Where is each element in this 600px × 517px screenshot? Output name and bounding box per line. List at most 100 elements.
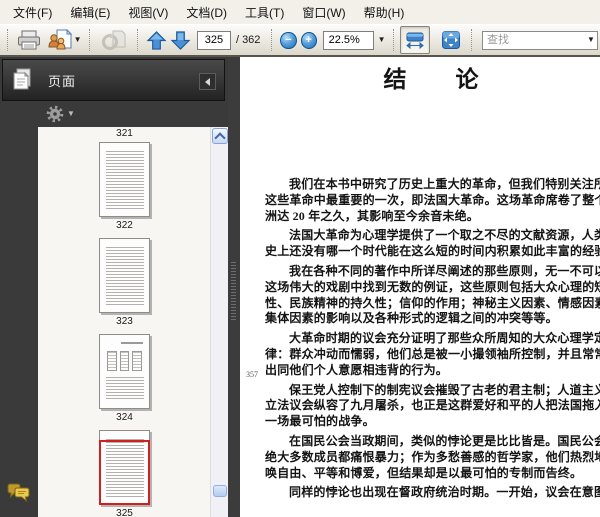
- text-line: 性、民族精神的持久性；信仰的作用；神秘主义因素、情感因素和: [265, 295, 600, 310]
- fit-page-icon: [441, 30, 461, 50]
- thumbnail-label-321[interactable]: 321: [116, 128, 133, 140]
- app-window: 文件(F) 编辑(E) 视图(V) 文档(D) 工具(T) 窗口(W) 帮助(H…: [0, 0, 600, 517]
- thumbnail-item-323[interactable]: 323: [99, 238, 150, 328]
- pages-panel-toolbar: ▼: [38, 101, 228, 127]
- text-line: 这场伟大的戏剧中找到无数的例证，这些原则包括大众心理的短暂: [265, 279, 600, 294]
- options-gear-button[interactable]: ▼: [46, 105, 75, 123]
- toolbar: ▼ 325 / 362 − + 22.5% ▼ 查找 ▼: [0, 25, 600, 57]
- thumbnails-area: 321 322 323 324 325: [38, 127, 228, 517]
- fit-width-icon: [405, 30, 425, 50]
- paragraph: 在国民公会当政期间，类似的悖论更是比比皆是。国民公会的 绝大多数成员都痛恨暴力；…: [265, 434, 600, 481]
- collaborate-button[interactable]: ▼: [44, 26, 84, 54]
- menu-file[interactable]: 文件(F): [4, 0, 61, 25]
- comments-panel-button[interactable]: [6, 483, 32, 503]
- page-thumbnail[interactable]: [99, 334, 150, 409]
- gear-icon: [46, 105, 64, 123]
- collapse-panel-button[interactable]: [199, 73, 216, 90]
- thumbnail-label[interactable]: 324: [116, 412, 133, 424]
- fit-width-button[interactable]: [399, 26, 430, 54]
- menu-bar: 文件(F) 编辑(E) 视图(V) 文档(D) 工具(T) 窗口(W) 帮助(H…: [0, 0, 600, 25]
- content-area: 页面 ▼ 321 322 323 324 325 结 论 357 我们在本书中研…: [0, 57, 600, 517]
- previous-view-icon: [101, 29, 127, 51]
- previous-page-button[interactable]: [144, 26, 169, 54]
- thumbnail-label[interactable]: 323: [116, 316, 133, 328]
- text-line: 绝大多数成员都痛恨暴力；作为多愁善感的哲学家，他们热烈地呼: [265, 449, 600, 464]
- paragraph: 法国大革命为心理学提供了一个取之不尽的文献资源，人类历 史上还没有哪一个时代能在…: [265, 228, 600, 260]
- menu-document[interactable]: 文档(D): [177, 0, 236, 25]
- pages-icon[interactable]: [10, 67, 34, 93]
- text-line: 我在各种不同的著作中所详尽阐述的那些原则，无一不可以在: [289, 263, 600, 278]
- fit-page-button[interactable]: [436, 26, 466, 54]
- text-line: 一场最可怕的战争。: [265, 414, 375, 429]
- text-line: 这些革命中最重要的一次，即法国大革命。这场革命席卷了整个欧: [265, 192, 600, 207]
- pages-panel-title: 页面: [48, 73, 77, 89]
- text-line: 在国民公会当政期间，类似的悖论更是比比皆是。国民公会的: [289, 433, 600, 448]
- chapter-title: 结 论: [383, 67, 480, 92]
- text-line: 同样的悖论也出现在督政府统治时期。一开始，议会在意图上: [289, 485, 600, 500]
- zoom-in-button[interactable]: +: [300, 31, 317, 49]
- thumbnail-item-325-current[interactable]: 325: [99, 430, 150, 517]
- collaborate-people-icon: [47, 29, 73, 51]
- document-page-view[interactable]: 结 论 357 我们在本书中研究了历史上重大的革命，但我们特别关注所有 这些革命…: [240, 57, 600, 517]
- search-box: ▼: [481, 30, 598, 50]
- next-page-button[interactable]: [168, 26, 193, 54]
- arrow-up-icon: [146, 30, 167, 51]
- thumbnail-label[interactable]: 322: [116, 220, 133, 232]
- page-thumbnail-selected[interactable]: [99, 430, 150, 505]
- paragraph: 保王党人控制下的制宪议会摧毁了古老的君主制；人道主义的 立法议会纵容了九月屠杀，…: [265, 383, 600, 430]
- text-line: 立法议会纵容了九月屠杀，也正是这群爱好和平的人把法国拖入了: [265, 398, 600, 413]
- page-thumbnail[interactable]: [99, 142, 150, 217]
- chevron-up-icon: [214, 131, 226, 144]
- page-number-input[interactable]: [196, 30, 231, 50]
- pane-splitter[interactable]: [228, 57, 240, 517]
- printer-icon: [17, 30, 41, 50]
- menu-edit[interactable]: 编辑(E): [61, 0, 119, 25]
- toolbar-separator: [471, 29, 473, 51]
- toolbar-separator: [271, 29, 273, 51]
- paragraph: 大革命时期的议会充分证明了那些众所周知的大众心理学定 律：群众冲动而懦弱，他们总…: [265, 331, 600, 378]
- thumbnail-diagram-content: [107, 351, 143, 371]
- book-page-number: 357: [246, 370, 258, 379]
- menu-tools[interactable]: 工具(T): [236, 0, 293, 25]
- options-dropdown-caret[interactable]: ▼: [67, 110, 75, 118]
- paragraph: 我们在本书中研究了历史上重大的革命，但我们特别关注所有 这些革命中最重要的一次，…: [265, 177, 600, 224]
- zoom-dropdown-caret[interactable]: ▼: [378, 36, 386, 44]
- scrollbar-thumb[interactable]: [213, 485, 227, 497]
- print-button[interactable]: [14, 26, 44, 54]
- thumbnail-item-322[interactable]: 322: [99, 142, 150, 232]
- search-dropdown-caret[interactable]: ▼: [587, 36, 595, 44]
- page-total-label: / 362: [235, 34, 261, 46]
- page-thumbnail[interactable]: [99, 238, 150, 313]
- zoom-out-button[interactable]: −: [280, 31, 297, 49]
- thumbnail-item-324[interactable]: 324: [99, 334, 150, 424]
- toolbar-separator: [136, 29, 139, 51]
- comments-bubbles-icon: [7, 483, 30, 503]
- toolbar-separator: [392, 29, 395, 51]
- menu-help[interactable]: 帮助(H): [355, 0, 414, 25]
- menu-window[interactable]: 窗口(W): [293, 0, 354, 25]
- navigation-pane: 页面 ▼ 321 322 323 324 325: [0, 57, 228, 517]
- search-input[interactable]: [481, 30, 598, 50]
- zoom-level-input[interactable]: [322, 30, 374, 50]
- text-line: 出同他们个人意愿相违背的行为。: [265, 362, 449, 377]
- thumbnail-label[interactable]: 325: [116, 508, 133, 517]
- text-line: 律：群众冲动而懦弱，他们总是被一小撮领袖所控制，并且常常做: [265, 346, 600, 361]
- text-line: 洲达 20 年之久，其影响至今余音未绝。: [265, 208, 480, 223]
- visible-area-indicator[interactable]: [99, 440, 150, 505]
- text-line: 唤自由、平等和博爱，但结果却是以最可怕的专制而告终。: [265, 465, 583, 480]
- thumbnail-scrollbar[interactable]: [210, 127, 228, 517]
- paragraph: 同样的悖论也出现在督政府统治时期。一开始，议会在意图上: [265, 485, 600, 501]
- pages-panel-header: 页面: [2, 59, 225, 101]
- body-text: 我们在本书中研究了历史上重大的革命，但我们特别关注所有 这些革命中最重要的一次，…: [265, 177, 600, 505]
- toolbar-separator: [88, 29, 91, 51]
- text-line: 保王党人控制下的制宪议会摧毁了古老的君主制；人道主义的: [289, 382, 600, 397]
- paragraph: 我在各种不同的著作中所详尽阐述的那些原则，无一不可以在 这场伟大的戏剧中找到无数…: [265, 264, 600, 327]
- toolbar-separator: [7, 29, 9, 51]
- text-line: 集体因素的影响以及各种形式的逻辑之间的冲突等等。: [265, 311, 558, 326]
- menu-view[interactable]: 视图(V): [119, 0, 177, 25]
- text-line: 大革命时期的议会充分证明了那些众所周知的大众心理学定: [289, 331, 600, 346]
- collaborate-dropdown-caret[interactable]: ▼: [74, 36, 82, 44]
- scrollbar-up-button[interactable]: [212, 128, 228, 144]
- text-line: 我们在本书中研究了历史上重大的革命，但我们特别关注所有: [289, 177, 600, 191]
- collapse-arrow-icon: [205, 77, 210, 86]
